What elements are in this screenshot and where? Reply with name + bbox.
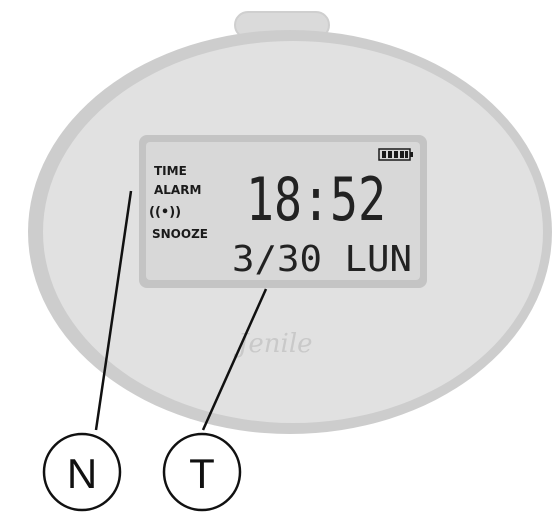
callout-label-t: T [189,450,215,497]
clock-time: 18:52 [246,165,386,235]
indicator-snooze: SNOOZE [152,227,208,241]
alarm-sound-icon: ((•)) [149,205,181,220]
clock-date: 3/30 LUN [232,239,412,280]
indicator-alarm: ALARM [154,183,201,197]
callout-label-n: N [67,450,97,497]
indicator-time: TIME [154,164,187,178]
alarm-clock-diagram: TIME ALARM ((•)) SNOOZE 18:52 3/30 LUN J… [28,11,552,512]
